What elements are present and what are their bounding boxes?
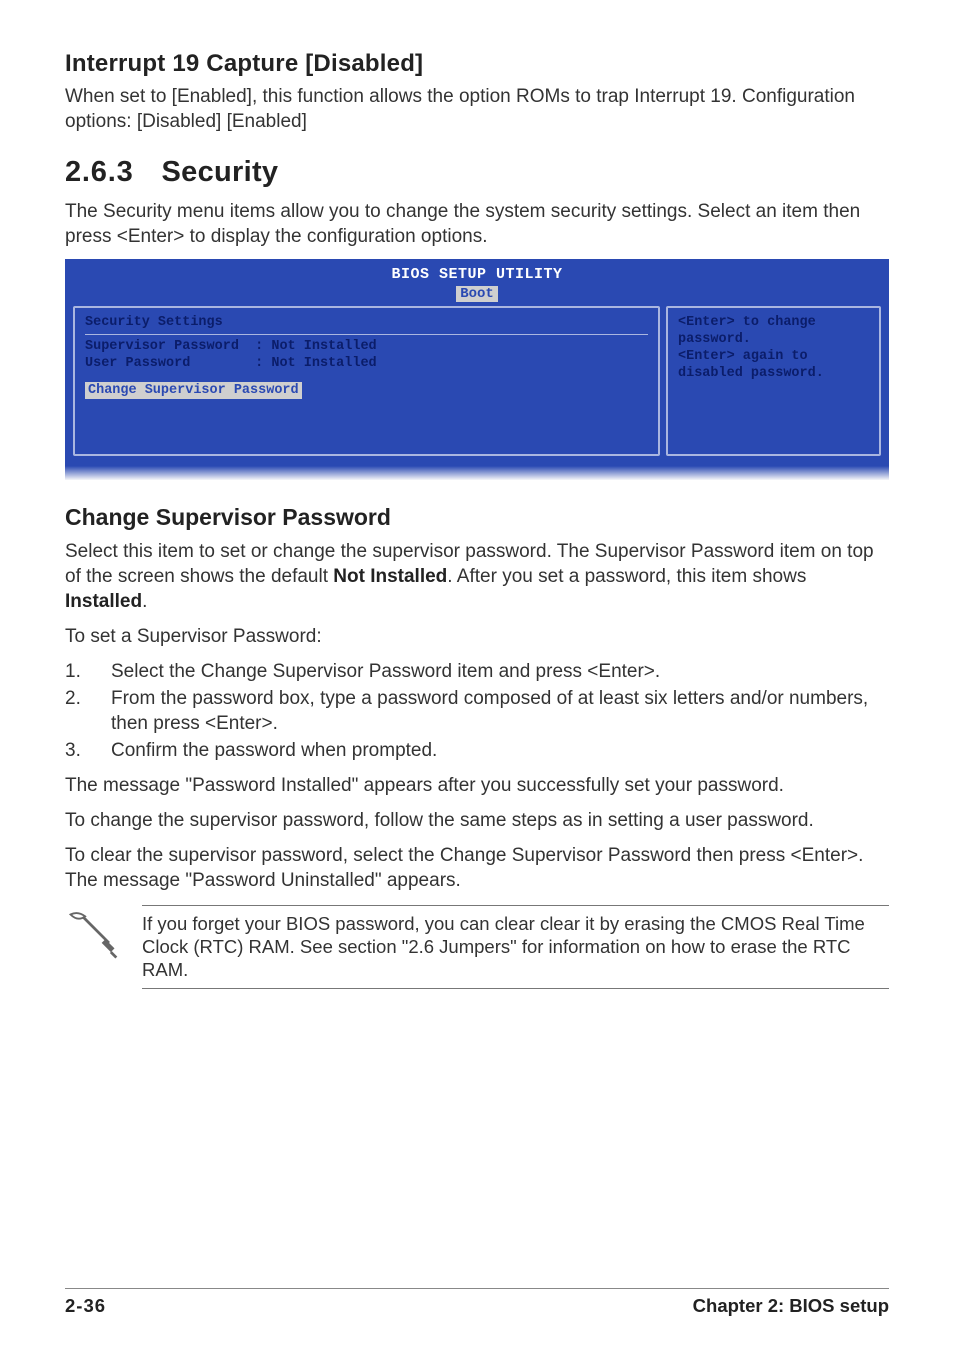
note-text: If you forget your BIOS password, you ca…: [142, 905, 889, 989]
section-title: Security: [162, 156, 279, 188]
section-number: 2.6.3: [65, 156, 134, 188]
heading-interrupt-19: Interrupt 19 Capture [Disabled]: [65, 50, 889, 78]
bios-fade: [65, 466, 889, 480]
bios-left-panel: Security Settings Supervisor Password : …: [73, 306, 660, 456]
pencil-icon: [65, 909, 120, 969]
paragraph-csp-success: The message "Password Installed" appears…: [65, 773, 889, 798]
bios-title: BIOS SETUP UTILITY: [73, 266, 881, 283]
step-3: 3.Confirm the password when prompted.: [65, 738, 889, 763]
page-number: 2-36: [65, 1295, 106, 1317]
steps-list: 1.Select the Change Supervisor Password …: [65, 659, 889, 763]
bios-tab-boot: Boot: [456, 286, 498, 302]
bios-selected-item: Change Supervisor Password: [85, 382, 302, 399]
paragraph-csp-intro: Select this item to set or change the su…: [65, 539, 889, 614]
paragraph-interrupt-19: When set to [Enabled], this function all…: [65, 84, 889, 134]
bios-security-settings-header: Security Settings: [85, 314, 648, 331]
step-1: 1.Select the Change Supervisor Password …: [65, 659, 889, 684]
paragraph-csp-change: To change the supervisor password, follo…: [65, 808, 889, 833]
paragraph-security-intro: The Security menu items allow you to cha…: [65, 199, 889, 249]
step-2: 2.From the password box, type a password…: [65, 686, 889, 736]
bios-screenshot: BIOS SETUP UTILITY Boot Security Setting…: [65, 259, 889, 480]
bios-row-supervisor: Supervisor Password : Not Installed: [85, 338, 648, 355]
paragraph-csp-toset: To set a Supervisor Password:: [65, 624, 889, 649]
heading-security: 2.6.3 Security: [65, 156, 889, 189]
chapter-label: Chapter 2: BIOS setup: [693, 1295, 889, 1317]
note-box: If you forget your BIOS password, you ca…: [65, 905, 889, 989]
bios-row-user: User Password : Not Installed: [85, 355, 648, 372]
paragraph-csp-clear: To clear the supervisor password, select…: [65, 843, 889, 893]
bios-help-panel: <Enter> to change password. <Enter> agai…: [666, 306, 881, 456]
bios-divider: [85, 334, 648, 335]
heading-change-supervisor-password: Change Supervisor Password: [65, 504, 889, 531]
page-footer: 2-36 Chapter 2: BIOS setup: [65, 1288, 889, 1317]
bios-help-text: <Enter> to change password. <Enter> agai…: [678, 314, 871, 382]
